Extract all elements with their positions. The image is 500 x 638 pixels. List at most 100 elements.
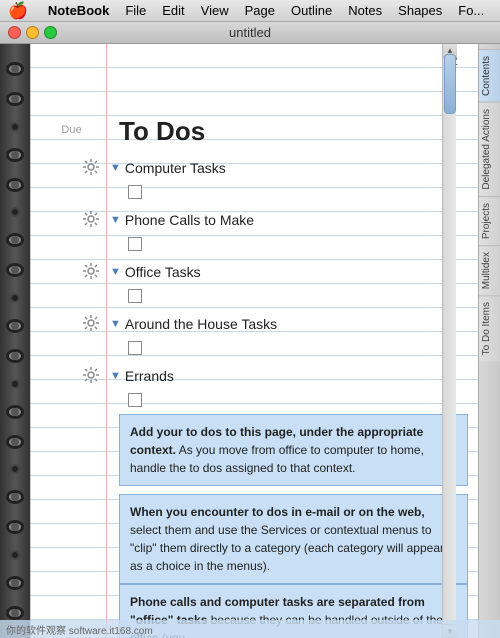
- task-row: ▼ Office Tasks: [31, 258, 478, 310]
- ring: [6, 435, 24, 449]
- tab-todo[interactable]: To Do Items: [479, 295, 500, 361]
- window-title: untitled: [229, 25, 271, 40]
- ring: [6, 92, 24, 106]
- scrollbar-thumb[interactable]: [444, 54, 456, 114]
- task-label: Around the House Tasks: [125, 312, 277, 336]
- dot: [10, 122, 20, 132]
- dot: [10, 379, 20, 389]
- ring: [6, 490, 24, 504]
- task-content: ▼ Computer Tasks: [106, 156, 478, 204]
- task-row: ▼ Phone Calls to Make: [31, 206, 478, 258]
- settings-icon: [82, 314, 100, 332]
- task-content: ▼ Office Tasks: [106, 260, 478, 308]
- task-checkbox[interactable]: [128, 341, 142, 355]
- dot: [10, 464, 20, 474]
- checkbox-row: [110, 284, 478, 308]
- close-button[interactable]: [8, 26, 21, 39]
- tasks-area: ▼ Computer Tasks: [31, 154, 478, 414]
- ring: [6, 263, 24, 277]
- dot: [10, 550, 20, 560]
- info-bold-2: When you encounter to dos in e-mail or o…: [130, 505, 425, 519]
- expand-icon[interactable]: ▼: [110, 208, 121, 232]
- task-icon-col: [31, 260, 106, 280]
- expand-icon[interactable]: ▼: [110, 312, 121, 336]
- page-title: To Dos: [119, 116, 205, 147]
- margin-line: [106, 44, 107, 638]
- menu-edit[interactable]: Edit: [154, 0, 192, 22]
- task-content: ▼ Errands: [106, 364, 478, 412]
- menu-view[interactable]: View: [193, 0, 237, 22]
- task-icon-col: [31, 156, 106, 176]
- task-label: Errands: [125, 364, 174, 388]
- ring: [6, 606, 24, 620]
- menu-bar: 🍎 NoteBook File Edit View Page Outline N…: [0, 0, 500, 22]
- expand-icon[interactable]: ▼: [110, 260, 121, 284]
- settings-icon: [82, 210, 100, 228]
- checkbox-row: [110, 232, 478, 256]
- task-icon-col: [31, 208, 106, 228]
- checkbox-row: [110, 180, 478, 204]
- task-header: ▼ Office Tasks: [110, 260, 478, 284]
- info-box-1: Add your to dos to this page, under the …: [119, 414, 468, 486]
- checkbox-row: [110, 336, 478, 360]
- task-checkbox[interactable]: [128, 393, 142, 407]
- scrollbar[interactable]: ▲ ▼: [442, 44, 456, 638]
- ring: [6, 349, 24, 363]
- menu-notebook[interactable]: NoteBook: [40, 0, 117, 22]
- task-checkbox[interactable]: [128, 185, 142, 199]
- right-tabs: Contents Delegated Actions Projects Mult…: [478, 44, 500, 638]
- tab-delegated[interactable]: Delegated Actions: [479, 102, 500, 196]
- ring: [6, 148, 24, 162]
- menu-notes[interactable]: Notes: [340, 0, 390, 22]
- task-header: ▼ Errands: [110, 364, 478, 388]
- apple-menu[interactable]: 🍎: [8, 1, 28, 21]
- ring: [6, 62, 24, 76]
- expand-icon[interactable]: ▼: [110, 364, 121, 388]
- task-header: ▼ Around the House Tasks: [110, 312, 478, 336]
- task-content: ▼ Phone Calls to Make: [106, 208, 478, 256]
- checkbox-row: [110, 388, 478, 412]
- task-header: ▼ Phone Calls to Make: [110, 208, 478, 232]
- spiral-binding: [0, 44, 30, 638]
- tab-multidex[interactable]: Multidex: [479, 245, 500, 295]
- ring: [6, 405, 24, 419]
- ring: [6, 520, 24, 534]
- task-label: Office Tasks: [125, 260, 201, 284]
- settings-icon: [82, 366, 100, 384]
- ring: [6, 576, 24, 590]
- task-label: Phone Calls to Make: [125, 208, 254, 232]
- tab-contents[interactable]: Contents: [479, 49, 500, 102]
- main-area: 2 Due To Dos: [0, 44, 500, 638]
- task-checkbox[interactable]: [128, 237, 142, 251]
- due-label: Due: [39, 124, 104, 136]
- expand-icon[interactable]: ▼: [110, 156, 121, 180]
- dot: [10, 207, 20, 217]
- ring: [6, 178, 24, 192]
- dot: [10, 293, 20, 303]
- info-box-2: When you encounter to dos in e-mail or o…: [119, 494, 468, 584]
- title-bar: untitled: [0, 22, 500, 44]
- task-content: ▼ Around the House Tasks: [106, 312, 478, 360]
- task-row: ▼ Errands: [31, 362, 478, 414]
- menu-more[interactable]: Fo...: [450, 0, 492, 22]
- task-row: ▼ Around the House Tasks: [31, 310, 478, 362]
- menu-outline[interactable]: Outline: [283, 0, 340, 22]
- scrollbar-track: ▲ ▼: [443, 44, 456, 638]
- settings-icon: [82, 158, 100, 176]
- menu-page[interactable]: Page: [237, 0, 283, 22]
- menu-file[interactable]: File: [117, 0, 154, 22]
- task-row: ▼ Computer Tasks: [31, 154, 478, 206]
- settings-icon: [82, 262, 100, 280]
- zoom-button[interactable]: [44, 26, 57, 39]
- minimize-button[interactable]: [26, 26, 39, 39]
- task-label: Computer Tasks: [125, 156, 226, 180]
- task-header: ▼ Computer Tasks: [110, 156, 478, 180]
- watermark: 你的软件观察 software.it168.com: [0, 620, 500, 638]
- info-text-2: select them and use the Services or cont…: [130, 523, 444, 573]
- page-area: 2 Due To Dos: [30, 44, 478, 638]
- task-checkbox[interactable]: [128, 289, 142, 303]
- task-icon-col: [31, 364, 106, 384]
- menu-shapes[interactable]: Shapes: [390, 0, 450, 22]
- traffic-lights: [8, 26, 57, 39]
- tab-projects[interactable]: Projects: [479, 196, 500, 245]
